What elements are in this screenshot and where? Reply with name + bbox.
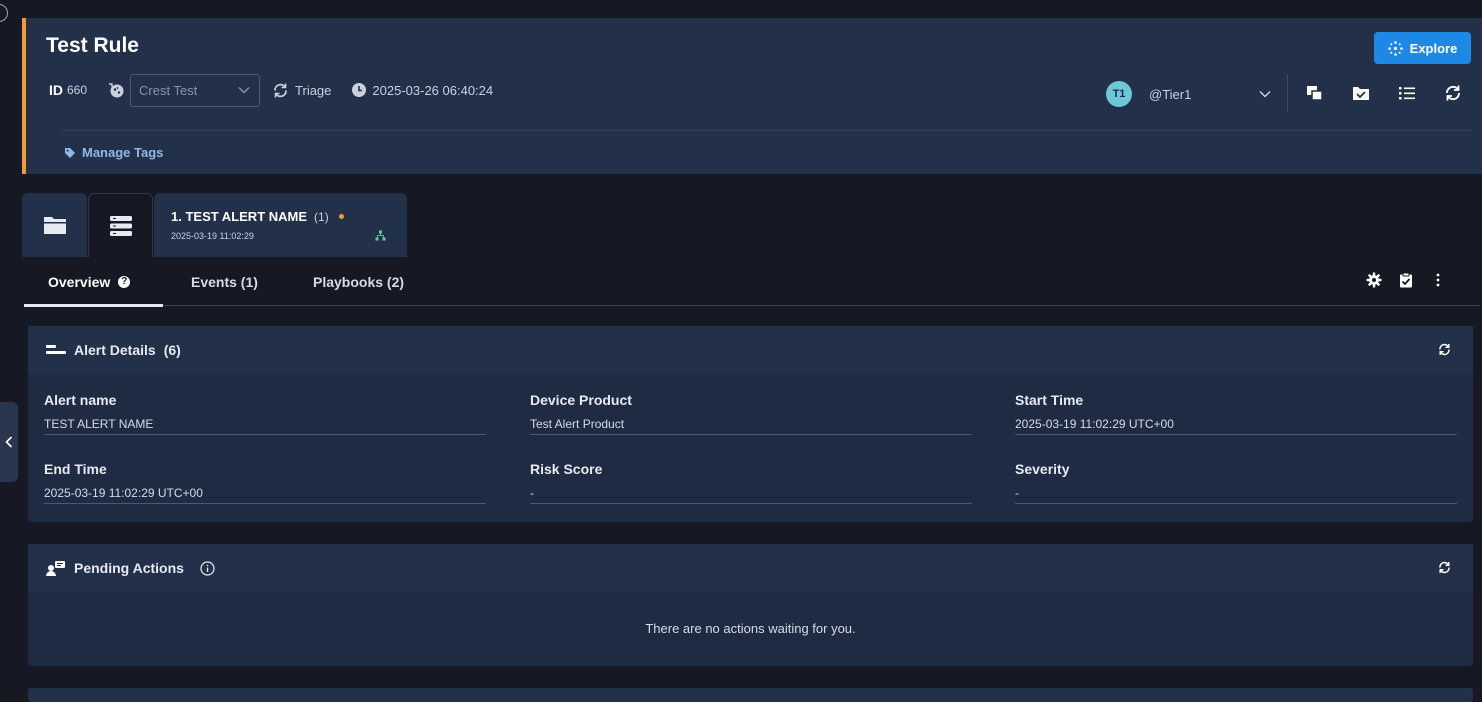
field-device-product: Device Product Test Alert Product (530, 392, 972, 435)
subtab-actions (1366, 272, 1446, 288)
case-header: Test Rule Explore ID 660 Crest Test Tria… (22, 18, 1482, 174)
environment-icon (107, 81, 125, 99)
alert-details-count: (6) (163, 342, 181, 358)
field-value: - (1015, 486, 1457, 504)
field-value: Test Alert Product (530, 417, 972, 435)
chevron-down-icon (238, 86, 250, 94)
field-value: - (530, 486, 972, 504)
refresh-icon[interactable] (1438, 343, 1451, 356)
alerts-list-tab[interactable] (88, 193, 153, 257)
alert-tab-header: 1. TEST ALERT NAME (1) (171, 209, 344, 224)
field-label: End Time (44, 461, 107, 477)
field-value: 2025-03-19 11:02:29 UTC+00 (44, 486, 486, 504)
corner-circle-icon (0, 4, 8, 22)
chevron-down-icon (1259, 90, 1271, 98)
user-message-icon (46, 560, 66, 577)
close-case-icon[interactable] (1352, 84, 1370, 102)
tag-icon (64, 147, 76, 159)
empty-message: There are no actions waiting for you. (645, 621, 856, 636)
alert-details-header: Alert Details (6) (28, 326, 1473, 374)
field-label: Alert name (44, 392, 117, 408)
clipboard-check-icon[interactable] (1398, 272, 1414, 288)
field-risk-score: Risk Score - (530, 461, 972, 504)
more-vertical-icon[interactable] (1430, 272, 1446, 288)
id-label: ID (49, 82, 63, 98)
sparkle-icon (1387, 40, 1403, 56)
environment-value: Crest Test (139, 82, 198, 98)
tab-overview[interactable]: Overview ? (24, 257, 163, 307)
case-timestamp: 2025-03-26 06:40:24 (372, 82, 494, 98)
field-start-time: Start Time 2025-03-19 11:02:29 UTC+00 (1015, 392, 1457, 435)
assignee-name: @Tier1 (1149, 86, 1192, 102)
info-icon[interactable] (200, 560, 215, 576)
refresh-icon[interactable] (1444, 84, 1462, 102)
alert-subtabs: Overview ? Events (1) Playbooks (2) (24, 257, 1480, 307)
stage-cycle-icon (272, 82, 289, 99)
field-label: Device Product (530, 392, 632, 408)
pending-actions-header: Pending Actions (28, 544, 1473, 592)
field-value: TEST ALERT NAME (44, 417, 486, 435)
help-icon[interactable]: ? (118, 275, 131, 288)
manage-tags-label: Manage Tags (82, 145, 164, 160)
clock-icon (351, 82, 367, 98)
folder-icon (43, 215, 67, 235)
explore-button[interactable]: Explore (1374, 32, 1471, 64)
pending-actions-title: Pending Actions (74, 560, 184, 576)
assignee-select[interactable]: T1 @Tier1 (1106, 81, 1271, 107)
field-value: 2025-03-19 11:02:29 UTC+00 (1015, 417, 1457, 435)
gear-icon[interactable] (1366, 272, 1382, 288)
field-alert-name: Alert name TEST ALERT NAME (44, 392, 486, 435)
field-label: Severity (1015, 461, 1070, 477)
alert-tab-time: 2025-03-19 11:02:29 (171, 231, 254, 241)
tab-events[interactable]: Events (1) (191, 257, 258, 306)
list-icon[interactable] (1398, 84, 1416, 102)
explore-label: Explore (1409, 40, 1458, 56)
id-value: 660 (67, 83, 88, 97)
refresh-icon[interactable] (1438, 561, 1451, 574)
alert-tab-title: 1. TEST ALERT NAME (171, 209, 308, 224)
header-divider (1287, 74, 1288, 112)
pending-actions-panel: Pending Actions There are no actions wai… (28, 544, 1473, 666)
header-separator (61, 130, 1472, 131)
hierarchy-icon (375, 230, 386, 241)
alert-details-panel: Alert Details (6) Alert name TEST ALERT … (28, 326, 1473, 522)
field-label: Start Time (1015, 392, 1084, 408)
chevron-left-icon (5, 436, 13, 448)
details-lines-icon (46, 344, 66, 356)
list-rows-icon (109, 215, 133, 237)
merge-icon[interactable] (1306, 84, 1324, 102)
environment-select[interactable]: Crest Test (130, 73, 261, 107)
field-label: Risk Score (530, 461, 603, 477)
tab-overview-label: Overview (48, 273, 111, 290)
tab-playbooks[interactable]: Playbooks (2) (313, 257, 404, 306)
case-wall-tab[interactable] (22, 193, 87, 257)
alert-details-title: Alert Details (74, 342, 156, 358)
status-dot (338, 214, 344, 219)
header-actions (1306, 84, 1462, 102)
field-severity: Severity - (1015, 461, 1457, 504)
next-panel (28, 688, 1473, 702)
alert-tab[interactable]: 1. TEST ALERT NAME (1) 2025-03-19 11:02:… (154, 193, 407, 257)
field-end-time: End Time 2025-03-19 11:02:29 UTC+00 (44, 461, 486, 504)
manage-tags-link[interactable]: Manage Tags (64, 145, 163, 160)
alert-tab-count: (1) (314, 209, 329, 224)
collapse-sidebar-button[interactable] (0, 402, 18, 482)
avatar: T1 (1106, 81, 1132, 107)
case-meta-row: ID 660 Crest Test Triage 2025-03-26 06:4… (49, 73, 493, 107)
case-title: Test Rule (46, 34, 139, 57)
stage-value[interactable]: Triage (295, 83, 331, 98)
